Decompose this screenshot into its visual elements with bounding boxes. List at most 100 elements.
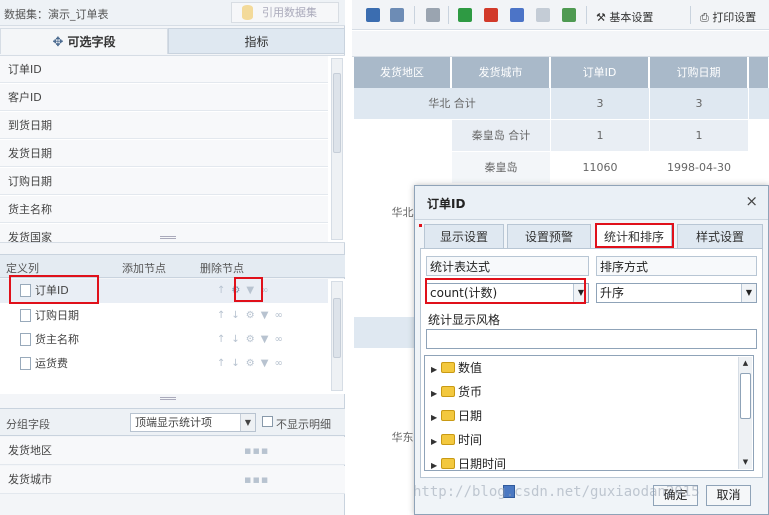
expand-arrow-icon[interactable]: ▶ [431, 431, 441, 453]
print-settings-button[interactable]: ⎙ 打印设置 [700, 9, 756, 25]
expand-arrow-icon[interactable]: ▶ [431, 407, 441, 429]
tree-item[interactable]: ▶ 数值 [431, 357, 482, 379]
basic-settings-button[interactable]: ⚒ 基本设置 [596, 9, 653, 25]
tree-item[interactable]: ▶ 日期时间 [431, 453, 506, 470]
hide-detail-label: 不显示明细 [276, 418, 331, 431]
table-cell[interactable]: 3 [650, 88, 748, 119]
column-header[interactable]: 发货城市 [452, 57, 550, 88]
filter-icon[interactable]: ▼ [261, 334, 275, 345]
move-up-icon[interactable]: ↑ [217, 310, 231, 321]
move-up-icon[interactable]: ↑ [217, 358, 231, 369]
tree-item[interactable]: ▶ 日期 [431, 405, 482, 427]
column-header[interactable] [749, 57, 769, 88]
table-cell[interactable]: 1 [551, 120, 649, 151]
table-cell[interactable] [354, 317, 416, 348]
field-list-scrollbar[interactable] [331, 58, 343, 240]
defined-column-name: 货主名称 [35, 333, 79, 346]
close-icon[interactable]: × [745, 192, 758, 210]
tree-item[interactable]: ▶ 货币 [431, 381, 482, 403]
expand-arrow-icon[interactable]: ▶ [431, 455, 441, 470]
defined-list-scroll-thumb[interactable] [333, 298, 341, 358]
column-header[interactable]: 订单ID [551, 57, 649, 88]
tab-metrics[interactable]: 指标 [168, 28, 345, 54]
link-icon[interactable]: ∞ [274, 334, 288, 345]
expand-arrow-icon[interactable]: ▶ [431, 359, 441, 381]
resize-grip-icon[interactable] [160, 236, 176, 239]
tab-display-settings[interactable]: 显示设置 [424, 224, 504, 248]
move-down-icon[interactable]: ↓ [231, 358, 245, 369]
field-list-scroll-thumb[interactable] [333, 73, 341, 153]
defined-column-row[interactable]: 订购日期 ↑↓⚙▼∞ [0, 304, 328, 328]
move-up-icon[interactable]: ↑ [217, 285, 231, 296]
sort-order-select[interactable]: 升序 ▼ [596, 283, 757, 303]
hide-detail-checkbox[interactable] [262, 416, 273, 427]
dataset-label: 数据集：演示_订单表 [4, 8, 109, 21]
group-display-select[interactable]: 顶端显示统计项 ▼ [130, 413, 256, 432]
delete-node-button[interactable]: 删除节点 [200, 260, 244, 276]
defined-list-scrollbar[interactable] [331, 281, 343, 391]
field-item[interactable]: 订单ID [0, 56, 328, 83]
word-icon[interactable] [510, 8, 524, 22]
group-field-row[interactable]: 发货城市 ▪▪▪ [0, 466, 345, 494]
defined-column-row[interactable]: 货主名称 ↑↓⚙▼∞ [0, 328, 328, 352]
resize-grip-icon[interactable] [160, 397, 176, 400]
field-item[interactable]: 到货日期 [0, 112, 328, 139]
table-cell[interactable]: 1 [650, 120, 748, 151]
excel-icon[interactable] [458, 8, 472, 22]
table-cell[interactable] [749, 88, 769, 119]
field-item[interactable]: 货主名称 [0, 196, 328, 223]
save-as-icon[interactable] [390, 8, 404, 22]
scroll-up-icon[interactable]: ▲ [739, 357, 752, 370]
city-total-cell[interactable]: 秦皇岛 合计 [452, 120, 550, 151]
print-icon[interactable] [426, 8, 440, 22]
tree-scrollbar[interactable]: ▲ ▼ [738, 357, 752, 469]
chevron-down-icon[interactable]: ▼ [240, 414, 255, 431]
region-total-cell[interactable]: 华北 合计 [354, 88, 550, 119]
field-item[interactable]: 发货国家 [0, 224, 328, 242]
add-node-button[interactable]: 添加节点 [122, 260, 166, 276]
filter-icon[interactable]: ▼ [261, 310, 275, 321]
display-style-input[interactable] [426, 329, 757, 349]
dialog-title-bar[interactable]: 订单ID × [415, 186, 768, 220]
settings-icon[interactable]: ⚙ [246, 334, 261, 345]
settings-icon[interactable]: ⚙ [246, 358, 261, 369]
link-icon[interactable]: ∞ [274, 358, 288, 369]
move-down-icon[interactable]: ↓ [231, 310, 245, 321]
field-item[interactable]: 订购日期 [0, 168, 328, 195]
row-actions[interactable]: ↑↓⚙▼∞ [217, 304, 289, 328]
tab-style-settings[interactable]: 样式设置 [677, 224, 763, 248]
pdf-icon[interactable] [484, 8, 498, 22]
field-item[interactable]: 客户ID [0, 84, 328, 111]
table-cell[interactable]: 秦皇岛 [452, 152, 550, 183]
tree-scroll-thumb[interactable] [740, 373, 751, 419]
scroll-down-icon[interactable]: ▼ [739, 456, 752, 469]
tab-alert-settings[interactable]: 设置预警 [507, 224, 591, 248]
column-header[interactable]: 订购日期 [650, 57, 748, 88]
column-header[interactable]: 发货地区 [354, 57, 451, 88]
page-icon[interactable] [536, 8, 550, 22]
chevron-down-icon[interactable]: ▼ [741, 284, 756, 302]
filter-icon[interactable]: ▼ [261, 358, 275, 369]
format-tree[interactable]: ▶ 数值 ▶ 货币 ▶ 日期 ▶ 时间 ▶ 日期时间 ▲ ▼ [424, 355, 754, 471]
table-cell[interactable]: 1998-04-30 [650, 152, 748, 183]
row-actions[interactable]: ↑↓⚙▼∞ [217, 328, 289, 352]
row-actions[interactable]: ↑↓⚙▼∞ [217, 352, 289, 376]
drag-handle-icon[interactable]: ▪▪▪ [244, 437, 269, 465]
drag-handle-icon[interactable]: ▪▪▪ [244, 466, 269, 494]
image-icon[interactable] [562, 8, 576, 22]
move-down-icon[interactable]: ↓ [231, 334, 245, 345]
table-cell[interactable]: 3 [551, 88, 649, 119]
save-icon[interactable] [366, 8, 380, 22]
reference-dataset-button[interactable]: 引用数据集 [231, 2, 339, 23]
defined-column-row[interactable]: 运货费 ↑↓⚙▼∞ [0, 352, 328, 376]
tab-available-fields[interactable]: ✥ 可选字段 [0, 28, 168, 54]
group-field-row[interactable]: 发货地区 ▪▪▪ [0, 437, 345, 465]
settings-icon[interactable]: ⚙ [246, 310, 261, 321]
link-icon[interactable]: ∞ [274, 310, 288, 321]
field-item[interactable]: 发货日期 [0, 140, 328, 167]
cancel-button[interactable]: 取消 [706, 485, 751, 506]
move-up-icon[interactable]: ↑ [217, 334, 231, 345]
expand-arrow-icon[interactable]: ▶ [431, 383, 441, 405]
table-cell[interactable]: 11060 [551, 152, 649, 183]
tree-item[interactable]: ▶ 时间 [431, 429, 482, 451]
